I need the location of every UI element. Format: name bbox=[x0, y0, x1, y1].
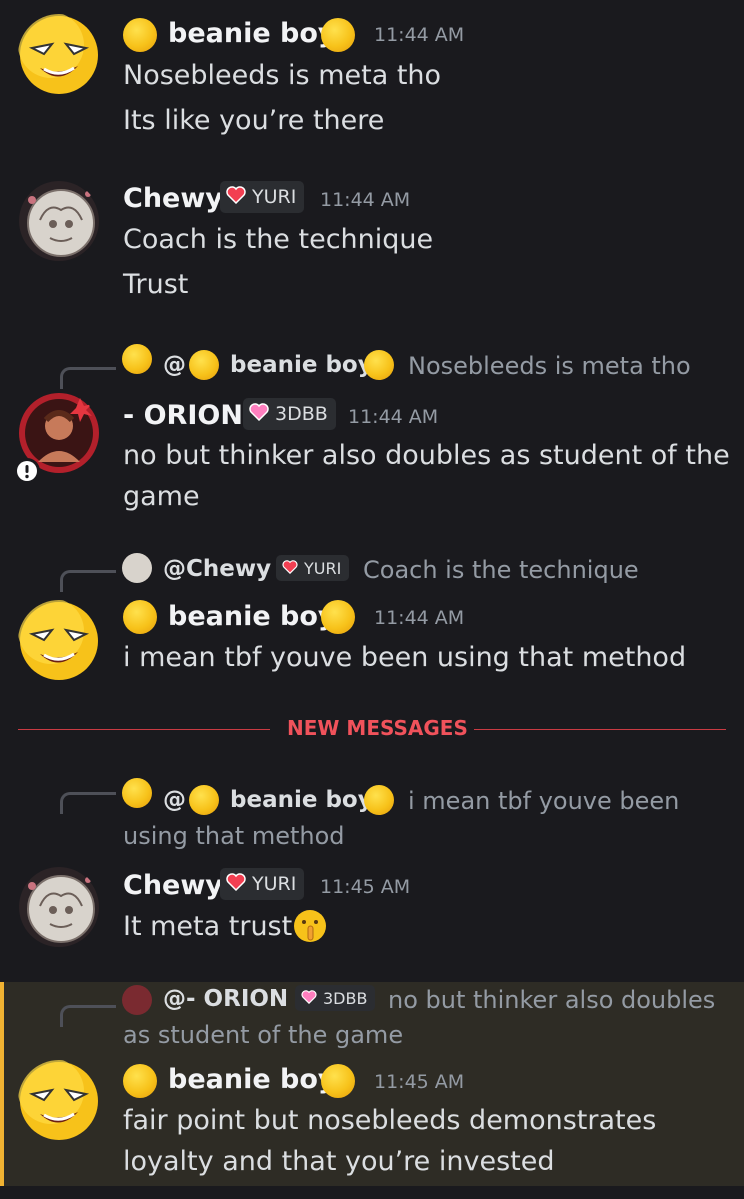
timestamp: 11:45 AM bbox=[374, 1071, 465, 1093]
role-tag[interactable]: 3DBB bbox=[243, 398, 336, 430]
message-line: Nosebleeds is meta tho bbox=[123, 60, 442, 91]
message-line: It meta trust bbox=[123, 911, 293, 942]
sketch-avatar-image bbox=[19, 181, 99, 261]
role-tag-label: YURI bbox=[252, 873, 297, 895]
role-tag[interactable]: YURI bbox=[276, 555, 350, 581]
reply-mention[interactable]: @Chewy bbox=[163, 556, 271, 582]
drooling-face-emoji bbox=[123, 1064, 157, 1098]
reply-author[interactable]: beanie boy bbox=[230, 787, 373, 813]
alert-badge-icon bbox=[14, 458, 40, 484]
reply-avatar bbox=[122, 344, 152, 374]
reply-preview[interactable]: Nosebleeds is meta tho bbox=[408, 352, 691, 380]
drooling-face-emoji bbox=[321, 1064, 355, 1098]
author-name[interactable]: beanie boy bbox=[168, 601, 336, 632]
author-name[interactable]: beanie boy bbox=[168, 1064, 336, 1095]
message-line: no but thinker also doubles as student o… bbox=[123, 440, 730, 471]
new-messages-divider bbox=[474, 729, 726, 730]
role-tag-label: 3DBB bbox=[275, 403, 328, 425]
role-tag-label: YURI bbox=[252, 186, 297, 208]
avatar-beanie-boy[interactable] bbox=[18, 600, 100, 682]
timestamp: 11:44 AM bbox=[320, 189, 411, 211]
reply-connector bbox=[60, 570, 116, 592]
drooling-face-emoji bbox=[321, 600, 355, 634]
message-line: Its like you’re there bbox=[123, 105, 385, 136]
reply-mention[interactable]: @ bbox=[163, 787, 186, 813]
reply-author[interactable]: beanie boy bbox=[230, 352, 373, 378]
drooling-face-emoji bbox=[364, 350, 394, 380]
role-tag-label: 3DBB bbox=[323, 988, 368, 1008]
drooling-face-emoji bbox=[321, 18, 355, 52]
reply-preview[interactable]: i mean tbf youve been bbox=[408, 787, 679, 815]
role-tag[interactable]: 3DBB bbox=[295, 985, 376, 1011]
reply-preview[interactable]: no but thinker also doubles bbox=[388, 986, 715, 1014]
author-name[interactable]: beanie boy bbox=[168, 18, 336, 49]
reply-connector bbox=[60, 1005, 116, 1027]
reply-mention[interactable]: @ bbox=[163, 352, 186, 378]
smirk-emoji-avatar bbox=[18, 600, 98, 680]
heart-badge-icon bbox=[282, 559, 298, 578]
message-line: game bbox=[123, 481, 200, 512]
reply-avatar bbox=[122, 778, 152, 808]
timestamp: 11:44 AM bbox=[374, 24, 465, 46]
sketch-avatar-image bbox=[19, 867, 99, 947]
drooling-face-emoji bbox=[123, 18, 157, 52]
reply-preview[interactable]: Coach is the technique bbox=[363, 556, 639, 584]
heart-badge-icon bbox=[226, 872, 246, 896]
reply-avatar bbox=[122, 985, 152, 1015]
drooling-face-emoji bbox=[189, 350, 219, 380]
message-line: Coach is the technique bbox=[123, 224, 434, 255]
message-line: Trust bbox=[123, 269, 189, 300]
role-tag[interactable]: YURI bbox=[220, 868, 305, 900]
smirk-emoji-avatar bbox=[18, 14, 98, 94]
timestamp: 11:44 AM bbox=[374, 607, 465, 629]
timestamp: 11:45 AM bbox=[320, 876, 411, 898]
role-tag-label: YURI bbox=[304, 558, 342, 578]
reply-avatar bbox=[122, 553, 152, 583]
avatar-beanie-boy[interactable] bbox=[18, 14, 100, 96]
shushing-face-emoji bbox=[292, 908, 328, 944]
reply-mention[interactable]: @- ORION bbox=[163, 986, 288, 1012]
heart-badge-icon bbox=[249, 402, 269, 426]
message-line: loyalty and that you’re invested bbox=[123, 1146, 555, 1177]
message-line: fair point but nosebleeds demonstrates bbox=[123, 1105, 657, 1136]
author-name[interactable]: - ORION bbox=[123, 400, 243, 431]
new-messages-divider bbox=[18, 729, 270, 730]
new-messages-label: NEW MESSAGES bbox=[287, 716, 468, 740]
drooling-face-emoji bbox=[364, 785, 394, 815]
avatar-chewy[interactable] bbox=[18, 866, 100, 948]
timestamp: 11:44 AM bbox=[348, 406, 439, 428]
smirk-emoji-avatar bbox=[18, 1060, 98, 1140]
drooling-face-emoji bbox=[123, 600, 157, 634]
author-name[interactable]: Chewy bbox=[123, 183, 223, 214]
drooling-face-emoji bbox=[189, 785, 219, 815]
message-line: i mean tbf youve been using that method bbox=[123, 642, 687, 673]
reply-preview[interactable]: as student of the game bbox=[123, 1021, 403, 1049]
role-tag[interactable]: YURI bbox=[220, 181, 305, 213]
heart-badge-icon bbox=[226, 185, 246, 209]
heart-badge-icon bbox=[301, 989, 317, 1008]
reply-connector bbox=[60, 367, 116, 389]
avatar-chewy[interactable] bbox=[18, 180, 100, 262]
reply-preview[interactable]: using that method bbox=[123, 822, 345, 850]
author-name[interactable]: Chewy bbox=[123, 870, 223, 901]
reply-connector bbox=[60, 792, 116, 814]
avatar-beanie-boy[interactable] bbox=[18, 1060, 100, 1142]
